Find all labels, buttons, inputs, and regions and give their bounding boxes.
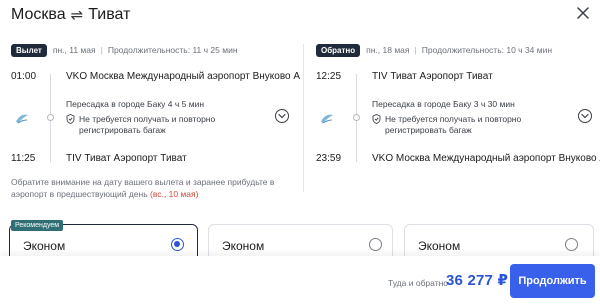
inbound-flight: Обратно пн., 18 мая | Продолжительность:… — [316, 42, 600, 58]
price-footer: Туда и обратно 36 277 ₽ Продолжить — [0, 256, 600, 304]
inbound-info-row: Обратно пн., 18 мая | Продолжительность:… — [316, 42, 600, 58]
columns-divider — [303, 44, 304, 192]
inbound-depart-airport: TIV Тиват Аэропорт Тиват — [372, 71, 493, 82]
inbound-badge: Обратно — [316, 43, 361, 57]
inbound-expand-button[interactable] — [578, 109, 592, 123]
outbound-transfer: Пересадка в городе Баку 4 ч 5 мин — [66, 99, 205, 109]
inbound-transfer: Пересадка в городе Баку 3 ч 30 мин — [372, 99, 515, 109]
route-title: Москва ⇌ Тиват — [11, 6, 130, 24]
outbound-bag-note: Не требуется получать и повторно регистр… — [66, 114, 215, 136]
arrival-notice: Обратите внимание на дату вашего вылета … — [11, 176, 291, 200]
chevron-down-icon — [278, 113, 286, 119]
total-label: Туда и обратно — [388, 278, 449, 288]
outbound-arrive-airport: TIV Тиват Аэропорт Тиват — [66, 153, 187, 164]
modal-header: Москва ⇌ Тиват — [0, 0, 600, 38]
fare-radio-selected[interactable] — [171, 238, 184, 251]
inbound-bag-note-line1: Не требуется получать и повторно — [385, 114, 522, 124]
notice-text: Обратите внимание на дату вашего вылета … — [11, 177, 275, 199]
recommended-badge: Рекомендуем — [11, 220, 64, 231]
outbound-transfer-dot — [47, 114, 54, 121]
outbound-info-row: Вылет пн., 11 мая | Продолжительность: 1… — [11, 42, 301, 58]
fare-radio[interactable] — [369, 238, 382, 251]
airline-logo-icon — [319, 112, 335, 126]
fare-radio[interactable] — [565, 238, 578, 251]
inbound-bag-note: Не требуется получать и повторно регистр… — [372, 114, 521, 136]
inbound-arrive-time: 23:59 — [316, 153, 342, 164]
outbound-depart-airport: VKO Москва Международный аэропорт Внуков… — [66, 71, 301, 82]
outbound-duration: Продолжительность: 11 ч 25 мин — [107, 45, 238, 55]
fare-name: Эконом — [418, 239, 461, 253]
outbound-depart-time: 01:00 — [11, 71, 37, 82]
separator: | — [100, 45, 103, 55]
shield-icon — [66, 114, 75, 124]
shield-icon — [372, 114, 381, 124]
continue-button[interactable]: Продолжить — [510, 264, 595, 298]
inbound-transfer-dot — [353, 114, 360, 121]
swap-arrows-icon: ⇌ — [70, 7, 84, 24]
fare-name: Эконом — [23, 239, 66, 253]
fare-name: Эконом — [222, 239, 265, 253]
notice-date-highlight: (вс., 10 мая) — [150, 189, 199, 199]
outbound-arrive-time: 11:25 — [11, 153, 36, 164]
inbound-arrive-airport: VKO Москва Международный аэропорт Внуков… — [372, 153, 600, 164]
separator: | — [414, 45, 417, 55]
close-icon — [577, 7, 589, 19]
chevron-down-icon — [581, 113, 589, 119]
inbound-duration: Продолжительность: 10 ч 34 мин — [421, 45, 553, 55]
inbound-date: пн., 18 мая — [366, 45, 410, 55]
airline-logo-icon — [14, 112, 30, 126]
outbound-date: пн., 11 мая — [52, 45, 96, 55]
destination-city: Тиват — [88, 6, 131, 23]
total-price: 36 277 ₽ — [446, 272, 509, 289]
outbound-bag-note-line2: регистрировать багаж — [79, 125, 166, 135]
outbound-expand-button[interactable] — [275, 109, 289, 123]
outbound-flight: Вылет пн., 11 мая | Продолжительность: 1… — [11, 42, 301, 58]
outbound-bag-note-line1: Не требуется получать и повторно — [79, 114, 216, 124]
outbound-badge: Вылет — [11, 43, 47, 57]
inbound-depart-time: 12:25 — [316, 71, 342, 82]
inbound-bag-note-line2: регистрировать багаж — [385, 125, 472, 135]
origin-city: Москва — [11, 6, 66, 23]
close-button[interactable] — [574, 4, 592, 22]
